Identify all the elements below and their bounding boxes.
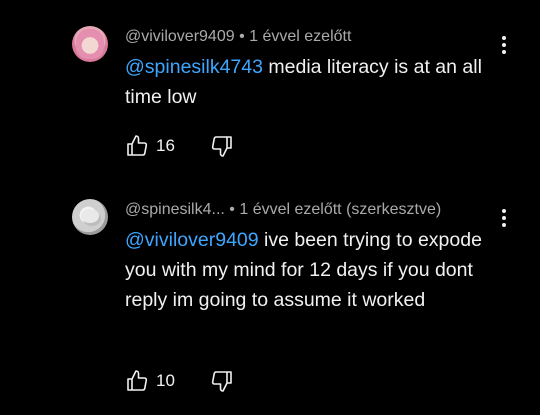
comment-meta: @spinesilk4... • 1 évvel ezelőtt (szerke… — [125, 201, 441, 219]
comment-text: @spinesilk4743 media literacy is at an a… — [125, 52, 510, 112]
like-count: 16 — [156, 136, 175, 155]
thumbs-down-icon[interactable] — [210, 134, 234, 158]
edited-label: (szerkesztve) — [346, 201, 442, 218]
comment-author[interactable]: @vivilover9409 — [125, 28, 235, 45]
comment-meta: @vivilover9409 • 1 évvel ezelőtt — [125, 28, 351, 46]
comment-text: @vivilover9409 ive been trying to expode… — [125, 225, 510, 315]
thumbs-up-icon[interactable] — [125, 134, 149, 158]
white-blob-avatar-icon — [81, 209, 99, 223]
comment-author[interactable]: @spinesilk4... — [125, 201, 225, 218]
avatar[interactable] — [72, 26, 108, 62]
thumbs-down-icon[interactable] — [210, 369, 234, 393]
like-count: 10 — [156, 371, 175, 390]
thumbs-up-icon[interactable] — [125, 369, 149, 393]
pink-hair-avatar-icon — [76, 29, 104, 59]
comment-time[interactable]: 1 évvel ezelőtt — [239, 201, 341, 218]
avatar[interactable] — [72, 199, 108, 235]
mention-link[interactable]: @spinesilk4743 — [125, 56, 263, 78]
comment-time[interactable]: 1 évvel ezelőtt — [249, 28, 351, 45]
meta-separator: • — [224, 201, 240, 218]
meta-separator: • — [234, 28, 250, 45]
mention-link[interactable]: @vivilover9409 — [125, 229, 259, 251]
